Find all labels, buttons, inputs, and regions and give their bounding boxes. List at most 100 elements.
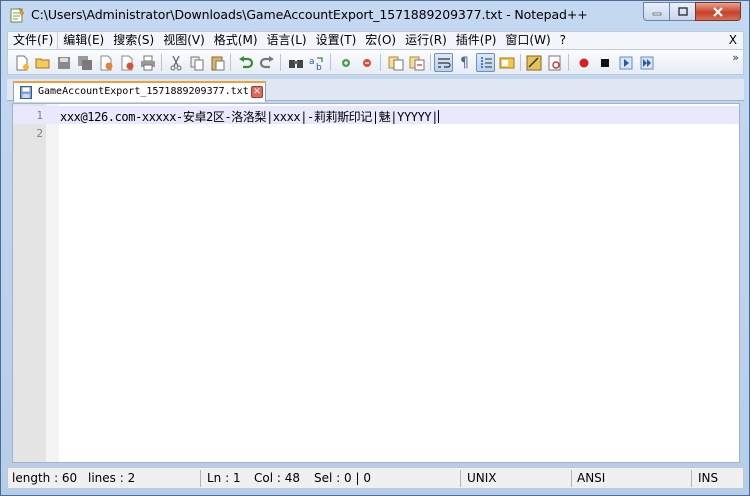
notepad-window: C:\Users\Administrator\Downloads\GameAcc… [0, 0, 750, 496]
show-all-characters-icon: ¶ [460, 54, 469, 71]
menu-view[interactable]: 视图(V) [158, 32, 209, 49]
status-eol-format[interactable]: UNIX [467, 471, 497, 485]
toolbar-overflow-icon[interactable]: » [732, 51, 739, 64]
save-all-button[interactable] [75, 53, 94, 72]
tab-bar: GameAccountExport_1571889209377.txt ✕ [7, 79, 744, 102]
svg-text:b: b [316, 63, 322, 71]
folder-as-workspace-button[interactable] [545, 53, 564, 72]
status-lines: lines : 2 [88, 471, 136, 485]
editor-line[interactable]: 2 [13, 124, 739, 142]
zoom-out-button[interactable] [357, 53, 376, 72]
menu-format[interactable]: 格式(M) [209, 32, 262, 49]
close-all-icon [121, 55, 133, 70]
word-wrap-button[interactable] [434, 53, 453, 72]
new-file-button[interactable] [12, 53, 31, 72]
word-wrap-icon [437, 57, 451, 68]
undo-icon [238, 55, 253, 68]
replace-button[interactable]: ab [307, 53, 326, 72]
toolbar-separator [380, 54, 381, 71]
menu-settings[interactable]: 设置(T) [311, 32, 361, 49]
tab-close-icon[interactable]: ✕ [251, 86, 263, 98]
indent-guide-button[interactable] [476, 53, 495, 72]
status-separator [200, 470, 201, 487]
find-icon [288, 59, 303, 68]
show-all-characters-button[interactable]: ¶ [455, 53, 474, 72]
menu-language[interactable]: 语言(L) [262, 32, 311, 49]
title-bar[interactable]: C:\Users\Administrator\Downloads\GameAcc… [1, 1, 749, 29]
tab-label: GameAccountExport_1571889209377.txt [38, 86, 249, 97]
tab-document[interactable]: GameAccountExport_1571889209377.txt ✕ [13, 81, 266, 102]
run-macro-multiple-button[interactable] [637, 53, 656, 72]
line-text-content: xxx@126.com-xxxxx-安卓2区-洛洛梨|xxxx|-莉莉斯印记|魅… [60, 110, 439, 124]
open-file-button[interactable] [33, 53, 52, 72]
close-all-button[interactable] [117, 53, 136, 72]
menu-file[interactable]: 文件(F) [8, 32, 59, 49]
close-x-icon [713, 6, 723, 17]
status-column: Col : 48 [254, 471, 300, 485]
copy-button[interactable] [187, 53, 206, 72]
function-list-button[interactable] [524, 53, 543, 72]
document-map-icon [499, 57, 514, 68]
menu-edit[interactable]: 编辑(E) [58, 32, 108, 49]
document-map-button[interactable] [497, 53, 516, 72]
new-file-icon [16, 55, 29, 70]
print-button[interactable] [138, 53, 157, 72]
stop-record-button[interactable] [595, 53, 614, 72]
saved-file-icon [20, 86, 32, 99]
save-all-icon [77, 55, 92, 70]
svg-text:a: a [309, 57, 315, 67]
menu-macro[interactable]: 宏(O) [360, 32, 400, 49]
zoom-out-icon [362, 58, 371, 67]
find-button[interactable] [286, 53, 305, 72]
editor-line[interactable]: 1 xxx@126.com-xxxxx-安卓2区-洛洛梨|xxxx|-莉莉斯印记… [13, 106, 739, 124]
text-editor[interactable]: 1 xxx@126.com-xxxxx-安卓2区-洛洛梨|xxxx|-莉莉斯印记… [12, 103, 740, 463]
toolbar: ab ¶ » [7, 50, 744, 75]
toolbar-separator [161, 54, 162, 71]
play-macro-icon [619, 56, 632, 69]
zoom-in-icon [341, 58, 350, 67]
window-close-button[interactable] [695, 2, 741, 21]
status-separator [691, 470, 692, 487]
record-macro-icon [579, 58, 588, 67]
close-icon [100, 55, 112, 70]
minimize-button[interactable] [643, 2, 670, 21]
menu-help[interactable]: ? [555, 32, 570, 49]
redo-button[interactable] [257, 53, 276, 72]
cut-button[interactable] [166, 53, 185, 72]
save-button[interactable] [54, 53, 73, 72]
record-macro-button[interactable] [574, 53, 593, 72]
paste-button[interactable] [208, 53, 227, 72]
fold-margin[interactable] [46, 104, 59, 462]
close-document-button[interactable]: X [729, 32, 737, 49]
close-button[interactable] [96, 53, 115, 72]
status-selection: Sel : 0 | 0 [314, 471, 371, 485]
replace-icon: ab [309, 57, 323, 71]
toolbar-separator [430, 54, 431, 71]
undo-button[interactable] [236, 53, 255, 72]
menu-run[interactable]: 运行(R) [400, 32, 451, 49]
menu-search[interactable]: 搜索(S) [108, 32, 158, 49]
status-encoding[interactable]: ANSI [577, 471, 605, 485]
toolbar-separator [280, 54, 281, 71]
status-insert-mode[interactable]: INS [698, 471, 718, 485]
sync-horizontal-button[interactable] [407, 53, 426, 72]
function-list-icon [526, 55, 541, 70]
menu-window[interactable]: 窗口(W) [500, 32, 554, 49]
maximize-button[interactable] [669, 2, 696, 21]
toolbar-separator [230, 54, 231, 71]
window-title: C:\Users\Administrator\Downloads\GameAcc… [31, 7, 588, 22]
line-number: 1 [36, 109, 43, 122]
zoom-in-button[interactable] [336, 53, 355, 72]
sync-vertical-button[interactable] [386, 53, 405, 72]
sync-vertical-icon [388, 56, 403, 70]
redo-icon [259, 55, 274, 68]
menu-plugins[interactable]: 插件(P) [451, 32, 501, 49]
maximize-icon [677, 6, 688, 16]
line-text[interactable]: xxx@126.com-xxxxx-安卓2区-洛洛梨|xxxx|-莉莉斯印记|魅… [60, 108, 440, 125]
play-macro-button[interactable] [616, 53, 635, 72]
save-icon [57, 56, 70, 69]
run-macro-multiple-icon [640, 56, 653, 69]
status-line-number: Ln : 1 [207, 471, 241, 485]
notepad-plus-plus-icon [9, 7, 25, 23]
status-length: length : 60 [12, 471, 78, 485]
